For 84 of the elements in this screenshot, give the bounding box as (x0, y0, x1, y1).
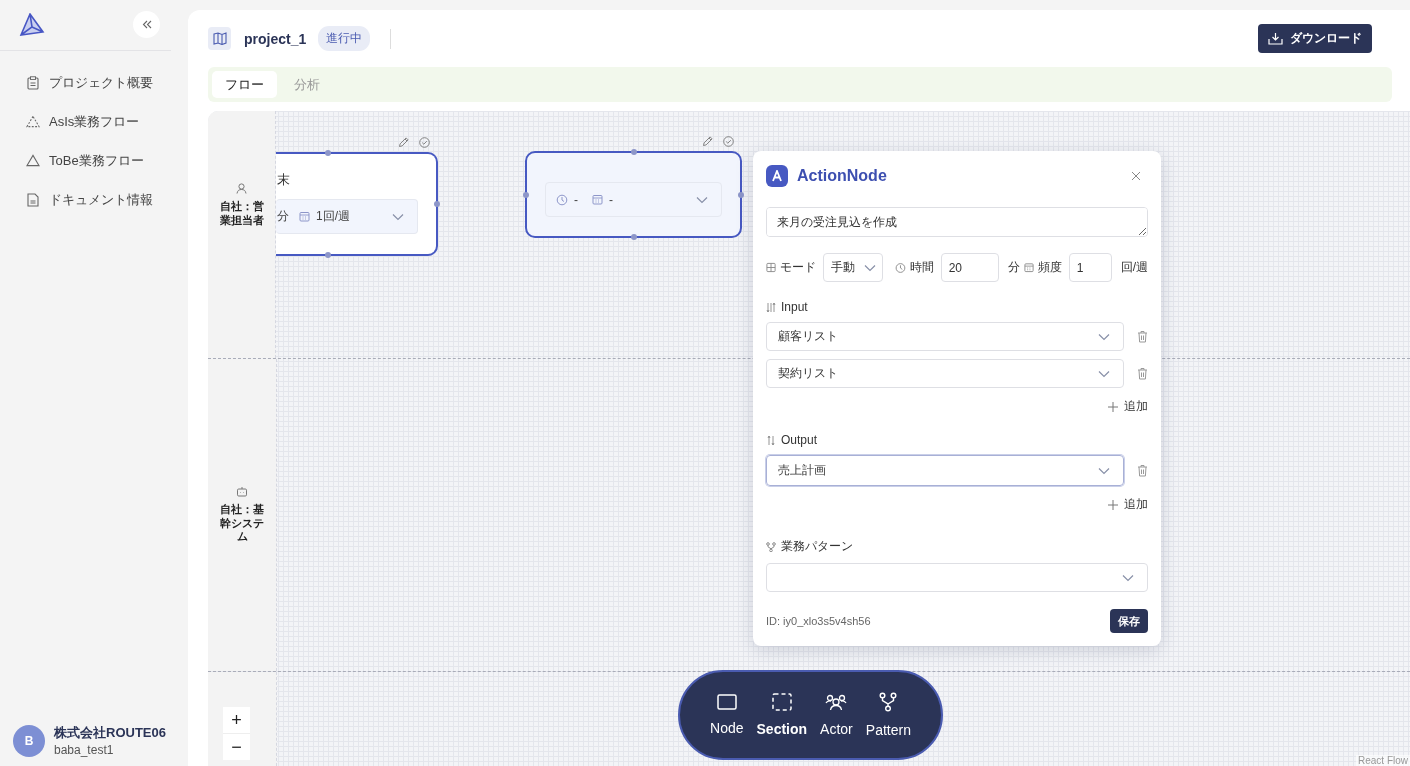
people-icon (825, 693, 848, 711)
mode-select[interactable]: 手動 (823, 253, 883, 282)
person-icon (236, 183, 247, 195)
chevron-down-icon (863, 263, 876, 272)
node-id: ID: iy0_xlo3s5v4sh56 (766, 615, 871, 627)
check-circle-icon[interactable] (419, 137, 430, 148)
clock-icon (894, 261, 906, 274)
toolbar-button[interactable]: Section (756, 693, 808, 737)
document-icon (26, 192, 40, 207)
calendar-icon (1023, 262, 1034, 273)
trash-icon[interactable] (1137, 367, 1148, 380)
project-name: project_1 (244, 30, 307, 47)
chevron-down-icon (1098, 332, 1110, 341)
trash-icon[interactable] (1137, 330, 1148, 343)
robot-icon (236, 485, 248, 497)
dashed-triangle-icon (26, 115, 40, 128)
frequency-label: 頻度 (1037, 259, 1062, 276)
check-circle-icon[interactable] (723, 136, 734, 147)
toolbar-button[interactable]: Actor (820, 693, 853, 737)
time-unit: 分 (1007, 259, 1020, 276)
clock-icon (556, 193, 568, 206)
output-select[interactable]: 売上計画 (766, 455, 1124, 486)
rectangle-icon (716, 694, 737, 710)
logo-icon (19, 12, 45, 37)
input-select[interactable]: 顧客リスト (766, 322, 1124, 351)
description-field[interactable]: 来月の受注見込を作成 (766, 207, 1148, 237)
sidebar-item[interactable]: ドキュメント情報 (0, 180, 188, 219)
pattern-label: 業務パターン (781, 538, 853, 555)
double-chevron-left-icon (141, 20, 152, 29)
node-meta-dropdown[interactable]: 分 1回/週 (276, 199, 418, 234)
trash-icon[interactable] (1137, 464, 1148, 477)
pencil-icon[interactable] (702, 136, 713, 147)
node-title: 末 (277, 171, 290, 189)
save-button[interactable]: 保存 (1110, 609, 1148, 633)
close-icon[interactable] (1131, 171, 1141, 181)
toolbar-button[interactable]: Pattern (865, 692, 911, 738)
lane-name: 自社：営業担当者 (219, 200, 264, 228)
input-label: Input (781, 300, 808, 314)
action-node-icon (766, 165, 788, 187)
triangle-icon (26, 154, 40, 167)
chevron-down-icon (1098, 466, 1110, 475)
branch-icon (879, 692, 898, 712)
chevron-down-icon (696, 195, 708, 204)
clipboard-icon (26, 75, 40, 90)
frequency-unit: 回/週 (1120, 259, 1148, 276)
output-label: Output (781, 433, 818, 447)
download-button[interactable]: ダウンロード (1258, 24, 1372, 53)
zoom-out-button[interactable]: − (223, 734, 250, 760)
flow-canvas[interactable]: 自社：営業担当者 自社：基幹システム 末 分 1回/週 - - ActionNode 来月の受注見込を作成 モード 手動 時間 20 分 頻度 1 回/週 Input 顧客リスト 契約リスト 追加 Output 売上計画 追加 業務パターン ID: iy0_xlo3s5v4sh56 保存 + − Node Section Actor Pattern React Flow (208, 111, 1410, 766)
chevron-down-icon (1098, 369, 1110, 378)
pencil-icon[interactable] (398, 137, 409, 148)
status-badge: 進行中 (318, 26, 371, 51)
input-select[interactable]: 契約リスト (766, 359, 1124, 388)
sidebar-item[interactable]: プロジェクト概要 (0, 63, 188, 102)
mode-label: モード (780, 259, 817, 276)
organization-name: 株式会社ROUTE06 (54, 724, 166, 742)
toolbar-button[interactable]: Node (710, 694, 744, 736)
lane-name: 自社：基幹システム (220, 502, 264, 545)
collapse-button[interactable] (133, 11, 160, 38)
username: baba_test1 (54, 743, 115, 757)
chevron-down-icon (1122, 573, 1134, 582)
input-arrows-icon (766, 301, 776, 313)
map-icon (208, 27, 231, 50)
calendar-icon (592, 194, 603, 205)
zoom-in-button[interactable]: + (223, 707, 250, 733)
add-output-button[interactable]: 追加 (1108, 496, 1148, 513)
plus-icon (1108, 499, 1118, 510)
add-input-button[interactable]: 追加 (1108, 398, 1148, 415)
output-arrows-icon (766, 434, 776, 446)
dashed-rectangle-icon (771, 693, 792, 711)
branch-icon (766, 541, 776, 552)
mode-icon (766, 262, 777, 273)
sidebar-item[interactable]: ToBe業務フロー (0, 141, 188, 180)
download-icon (1268, 32, 1283, 45)
time-input[interactable]: 20 (940, 253, 999, 282)
plus-icon (1108, 401, 1118, 412)
sidebar-item[interactable]: AsIs業務フロー (0, 102, 188, 141)
frequency-input[interactable]: 1 (1068, 253, 1112, 282)
time-label: 時間 (909, 259, 934, 276)
chevron-down-icon (392, 212, 404, 221)
tab[interactable]: フロー (212, 71, 277, 98)
node-meta-dropdown[interactable]: - - (545, 182, 722, 217)
calendar-icon (299, 211, 310, 222)
panel-title: ActionNode (797, 167, 887, 185)
